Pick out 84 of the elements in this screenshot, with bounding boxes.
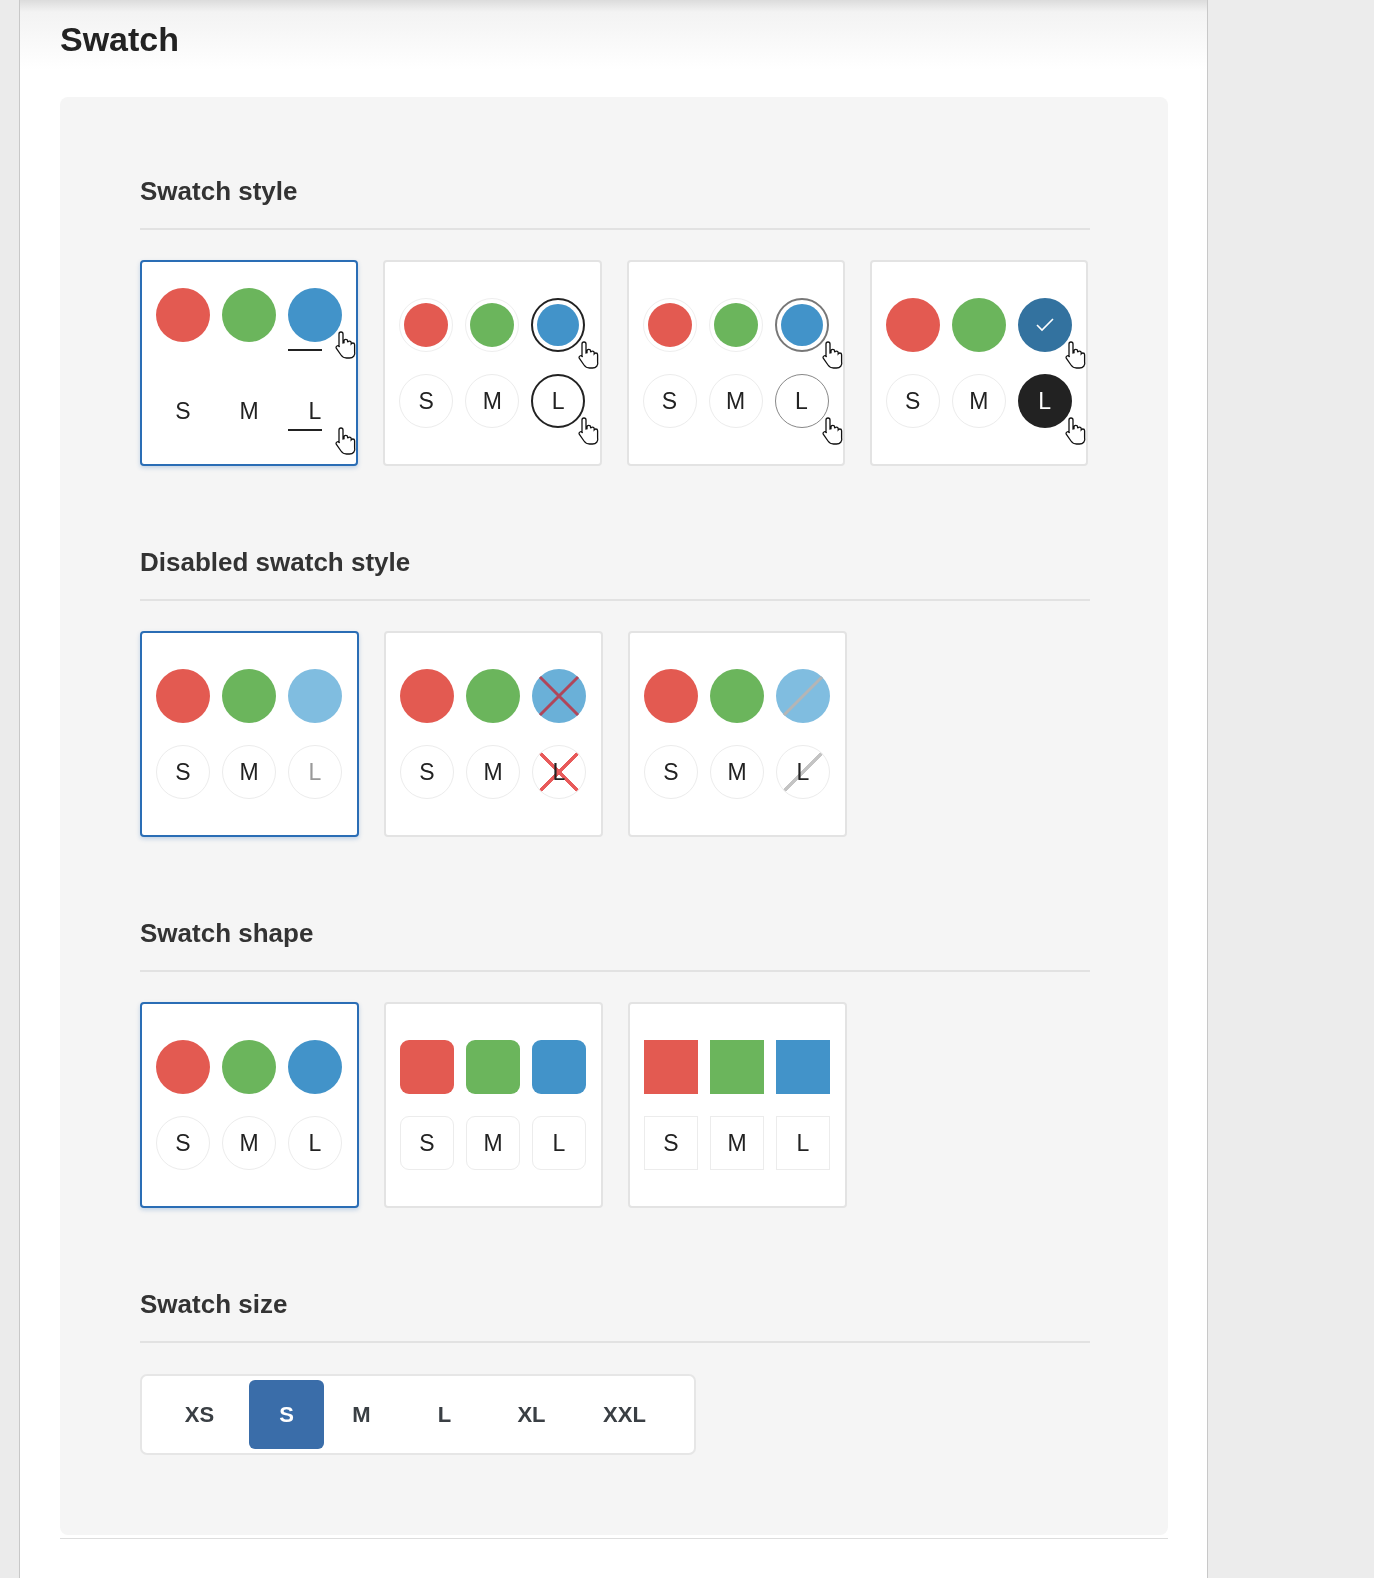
- color-swatch[interactable]: [532, 1040, 586, 1094]
- size-option[interactable]: L: [407, 1380, 482, 1449]
- slash-icon: [782, 675, 824, 717]
- size-swatch[interactable]: L: [776, 745, 830, 799]
- section-heading: Swatch shape: [140, 917, 1090, 972]
- color-swatch[interactable]: [710, 1040, 764, 1094]
- hand-cursor-icon: [1063, 416, 1088, 446]
- size-swatch[interactable]: L: [776, 1116, 830, 1170]
- size-swatch[interactable]: M: [222, 384, 276, 438]
- color-swatch[interactable]: [466, 669, 520, 723]
- size-swatch[interactable]: S: [399, 374, 454, 428]
- color-swatch[interactable]: [288, 1040, 342, 1094]
- color-swatch[interactable]: [222, 669, 276, 723]
- swatch-option-card[interactable]: S M L: [140, 260, 359, 466]
- color-swatch[interactable]: [288, 669, 342, 723]
- color-swatch[interactable]: [288, 288, 342, 342]
- size-swatch[interactable]: M: [222, 1116, 276, 1170]
- color-swatch[interactable]: [156, 669, 210, 723]
- size-swatch[interactable]: L: [1017, 374, 1072, 428]
- underline-mark: [288, 429, 322, 431]
- color-swatch[interactable]: [466, 1040, 520, 1094]
- hand-cursor-icon: [820, 340, 845, 370]
- color-swatch[interactable]: [222, 1040, 276, 1094]
- cross-icon: [538, 675, 580, 717]
- hand-cursor-icon: [1063, 340, 1088, 370]
- color-swatch[interactable]: [776, 669, 830, 723]
- size-swatch[interactable]: L: [774, 374, 829, 428]
- color-swatch[interactable]: [222, 288, 276, 342]
- color-swatch[interactable]: [951, 298, 1006, 352]
- size-swatch[interactable]: L: [531, 374, 586, 428]
- color-swatch[interactable]: [774, 298, 829, 352]
- swatch-option-card[interactable]: S M L: [383, 260, 602, 466]
- swatch-option-card[interactable]: S M L: [628, 631, 847, 837]
- size-swatch[interactable]: S: [400, 1116, 454, 1170]
- color-swatch[interactable]: [644, 1040, 698, 1094]
- section-heading: Swatch style: [140, 175, 1090, 230]
- page-title: Swatch: [60, 19, 181, 60]
- size-swatch[interactable]: S: [644, 1116, 698, 1170]
- size-option[interactable]: S: [249, 1380, 324, 1449]
- swatch-option-card[interactable]: S M L: [140, 631, 359, 837]
- size-swatch[interactable]: L: [288, 384, 342, 438]
- size-swatch[interactable]: M: [222, 745, 276, 799]
- size-swatch[interactable]: L: [288, 1116, 342, 1170]
- color-swatch[interactable]: [400, 669, 454, 723]
- size-swatch[interactable]: S: [400, 745, 454, 799]
- color-swatch[interactable]: [644, 669, 698, 723]
- check-icon: [1034, 317, 1055, 333]
- size-option[interactable]: XL: [494, 1380, 569, 1449]
- size-swatch[interactable]: S: [156, 1116, 210, 1170]
- size-swatch[interactable]: M: [710, 1116, 764, 1170]
- color-swatch[interactable]: [400, 1040, 454, 1094]
- swatch-option-card[interactable]: S M L: [384, 1002, 603, 1208]
- swatch-option-card[interactable]: S M L: [140, 1002, 359, 1208]
- swatch-option-card[interactable]: S M L: [628, 1002, 847, 1208]
- size-swatch[interactable]: L: [532, 1116, 586, 1170]
- size-swatch[interactable]: M: [466, 745, 520, 799]
- color-swatch[interactable]: [776, 1040, 830, 1094]
- size-option[interactable]: XS: [162, 1380, 237, 1449]
- size-swatch[interactable]: S: [642, 374, 697, 428]
- size-swatch[interactable]: S: [885, 374, 940, 428]
- size-swatch[interactable]: S: [644, 745, 698, 799]
- swatch-option-card[interactable]: S M L: [626, 260, 845, 466]
- size-swatch[interactable]: S: [156, 745, 210, 799]
- size-swatch[interactable]: M: [466, 1116, 520, 1170]
- hand-cursor-icon: [334, 426, 358, 456]
- underline-mark: [288, 349, 322, 351]
- section-heading: Swatch size: [140, 1288, 1090, 1343]
- size-option[interactable]: XXL: [587, 1380, 662, 1449]
- color-swatch[interactable]: [156, 288, 210, 342]
- size-swatch[interactable]: M: [710, 745, 764, 799]
- color-swatch[interactable]: [531, 298, 586, 352]
- hand-cursor-icon: [334, 330, 358, 360]
- section-heading: Disabled swatch style: [140, 546, 1090, 601]
- swatch-option-card[interactable]: S M L: [869, 260, 1088, 466]
- size-option[interactable]: M: [324, 1380, 399, 1449]
- hand-cursor-icon: [820, 416, 845, 446]
- size-swatch[interactable]: M: [708, 374, 763, 428]
- size-swatch[interactable]: M: [951, 374, 1006, 428]
- color-swatch[interactable]: [710, 669, 764, 723]
- size-swatch[interactable]: S: [156, 384, 210, 438]
- color-swatch[interactable]: [156, 1040, 210, 1094]
- size-swatch[interactable]: M: [465, 374, 520, 428]
- color-swatch[interactable]: [885, 298, 940, 352]
- color-swatch[interactable]: [1017, 298, 1072, 352]
